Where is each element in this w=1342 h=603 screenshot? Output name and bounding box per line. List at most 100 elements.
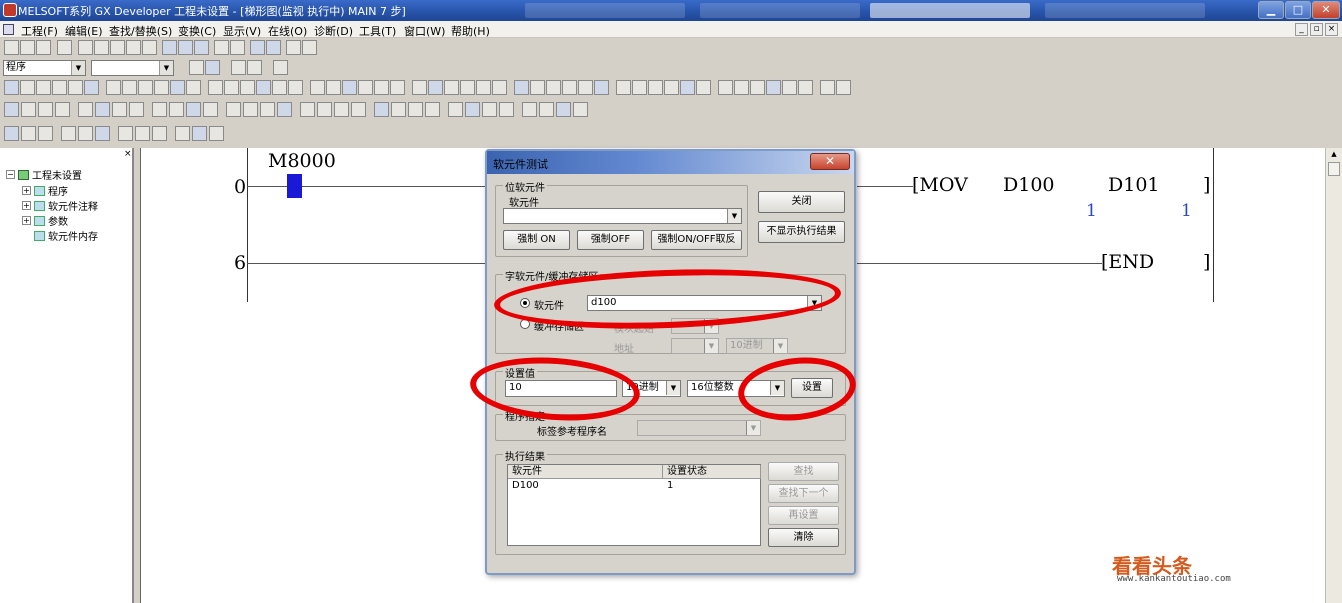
statement-icon[interactable] <box>247 60 262 75</box>
program-list-icon[interactable] <box>189 60 204 75</box>
tb-row4-tool-icon[interactable] <box>522 102 537 117</box>
contact-on-indicator[interactable] <box>287 174 302 198</box>
tb-row5-tool-icon[interactable] <box>192 126 207 141</box>
menu-edit[interactable]: 编辑(E) <box>65 23 103 39</box>
menu-view[interactable]: 显示(V) <box>223 23 261 39</box>
tb-row4-tool-icon[interactable] <box>260 102 275 117</box>
tb-row5-tool-icon[interactable] <box>209 126 224 141</box>
force-toggle-button[interactable]: 强制ON/OFF取反 <box>651 230 742 250</box>
redo-icon[interactable] <box>142 40 157 55</box>
find-next-button[interactable]: 查找下一个 <box>768 484 839 503</box>
tb-row3-tool-icon[interactable] <box>492 80 507 95</box>
comment-icon[interactable] <box>231 60 246 75</box>
tb-row5-tool-icon[interactable] <box>21 126 36 141</box>
tb-row3-tool-icon[interactable] <box>616 80 631 95</box>
address-combo[interactable]: ▼ <box>671 338 719 354</box>
tb-row5-tool-icon[interactable] <box>152 126 167 141</box>
menu-help[interactable]: 帮助(H) <box>451 23 490 39</box>
minimize-button[interactable]: ▁ <box>1258 1 1284 19</box>
paste-icon[interactable] <box>110 40 125 55</box>
expand-icon[interactable]: + <box>22 201 31 210</box>
tb-row5-tool-icon[interactable] <box>175 126 190 141</box>
monitor-icon[interactable] <box>250 40 265 55</box>
menu-window[interactable]: 窗口(W) <box>404 23 445 39</box>
tb-row4-tool-icon[interactable] <box>112 102 127 117</box>
expand-icon[interactable]: + <box>22 186 31 195</box>
scroll-up-icon[interactable]: ▲ <box>1328 150 1340 160</box>
tb-row3-tool-icon[interactable] <box>460 80 475 95</box>
vertical-scrollbar[interactable]: ▲ <box>1325 148 1342 603</box>
tb-row3-tool-icon[interactable] <box>138 80 153 95</box>
menu-tools[interactable]: 工具(T) <box>359 23 396 39</box>
tb-row3-tool-icon[interactable] <box>664 80 679 95</box>
tree-item-device-memory[interactable]: 软元件内存 <box>34 228 98 243</box>
tb-row4-tool-icon[interactable] <box>539 102 554 117</box>
tb-row3-tool-icon[interactable] <box>766 80 781 95</box>
tb-row3-tool-icon[interactable] <box>122 80 137 95</box>
tb-row3-tool-icon[interactable] <box>224 80 239 95</box>
program-name-combo[interactable]: ▼ <box>91 60 174 76</box>
maximize-button[interactable]: □ <box>1285 1 1311 19</box>
tb-row3-tool-icon[interactable] <box>648 80 663 95</box>
result-table[interactable]: 软元件 设置状态 D100 1 <box>507 464 761 546</box>
tb-row4-tool-icon[interactable] <box>203 102 218 117</box>
tb-row3-tool-icon[interactable] <box>562 80 577 95</box>
save-icon[interactable] <box>36 40 51 55</box>
tb-row5-tool-icon[interactable] <box>4 126 19 141</box>
tb-row3-tool-icon[interactable] <box>718 80 733 95</box>
tb-row3-tool-icon[interactable] <box>836 80 851 95</box>
find-instruction-icon[interactable] <box>178 40 193 55</box>
tb-row3-tool-icon[interactable] <box>310 80 325 95</box>
tb-row4-tool-icon[interactable] <box>448 102 463 117</box>
tb-row4-tool-icon[interactable] <box>78 102 93 117</box>
tree-item-device-comment[interactable]: + 软元件注释 <box>22 198 98 213</box>
tb-row4-tool-icon[interactable] <box>334 102 349 117</box>
tb-row4-tool-icon[interactable] <box>169 102 184 117</box>
menu-find-replace[interactable]: 查找/替换(S) <box>109 23 172 39</box>
program-switch-icon[interactable] <box>205 60 220 75</box>
tb-row4-tool-icon[interactable] <box>186 102 201 117</box>
write-plc-icon[interactable] <box>214 40 229 55</box>
cut-icon[interactable] <box>78 40 93 55</box>
data-type-combo[interactable]: 程序 ▼ <box>3 60 86 76</box>
note-icon[interactable] <box>273 60 288 75</box>
device-test-icon[interactable] <box>286 40 301 55</box>
tb-row4-tool-icon[interactable] <box>300 102 315 117</box>
tb-row5-tool-icon[interactable] <box>118 126 133 141</box>
mdi-minimize-button[interactable]: _ <box>1295 23 1308 36</box>
tb-row4-tool-icon[interactable] <box>317 102 332 117</box>
tb-row3-tool-icon[interactable] <box>530 80 545 95</box>
bit-device-combo[interactable]: ▼ <box>503 208 742 224</box>
tb-row4-tool-icon[interactable] <box>129 102 144 117</box>
tb-row4-tool-icon[interactable] <box>55 102 70 117</box>
tb-row4-tool-icon[interactable] <box>95 102 110 117</box>
tb-row4-tool-icon[interactable] <box>465 102 480 117</box>
read-plc-icon[interactable] <box>230 40 245 55</box>
tb-row3-tool-icon[interactable] <box>632 80 647 95</box>
find-button[interactable]: 查找 <box>768 462 839 481</box>
address-base-combo[interactable]: 10进制 ▼ <box>726 338 788 354</box>
close-button[interactable]: ✕ <box>1312 1 1340 19</box>
tb-row3-tool-icon[interactable] <box>342 80 357 95</box>
tb-row4-tool-icon[interactable] <box>351 102 366 117</box>
tree-item-parameter[interactable]: + 参数 <box>22 213 68 228</box>
tb-row5-tool-icon[interactable] <box>61 126 76 141</box>
tb-row3-tool-icon[interactable] <box>256 80 271 95</box>
tb-row4-tool-icon[interactable] <box>391 102 406 117</box>
tb-row3-tool-icon[interactable] <box>476 80 491 95</box>
open-file-icon[interactable] <box>20 40 35 55</box>
tb-row3-tool-icon[interactable] <box>390 80 405 95</box>
tb-row3-tool-icon[interactable] <box>546 80 561 95</box>
instruction-end[interactable]: [END <box>1101 251 1154 273</box>
tb-row3-tool-icon[interactable] <box>170 80 185 95</box>
tb-row4-tool-icon[interactable] <box>425 102 440 117</box>
monitor-stop-icon[interactable] <box>266 40 281 55</box>
tb-row3-tool-icon[interactable] <box>594 80 609 95</box>
tb-row3-tool-icon[interactable] <box>36 80 51 95</box>
hide-result-button[interactable]: 不显示执行结果 <box>758 221 845 243</box>
tb-row3-tool-icon[interactable] <box>68 80 83 95</box>
mov-source[interactable]: D100 <box>1003 174 1055 196</box>
tb-row3-tool-icon[interactable] <box>240 80 255 95</box>
tb-row4-tool-icon[interactable] <box>374 102 389 117</box>
force-on-button[interactable]: 强制 ON <box>503 230 570 250</box>
